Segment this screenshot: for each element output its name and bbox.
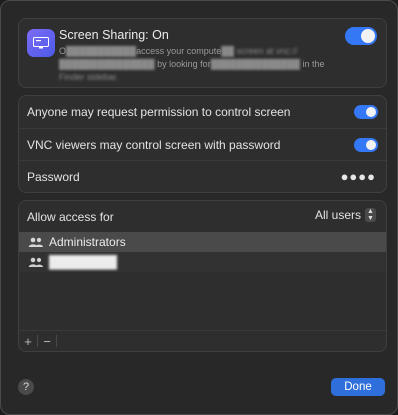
desc-line2-redacted2: ██████████████ (210, 59, 300, 69)
list-footer: + − (19, 330, 386, 351)
toggle-knob (366, 107, 376, 117)
allow-access-label: Allow access for (27, 210, 114, 224)
password-field[interactable]: ●●●● (341, 169, 376, 184)
desc-line2-redacted: ███████████████ (59, 59, 155, 69)
remove-user-button[interactable]: − (38, 334, 56, 349)
display-icon (33, 37, 49, 49)
password-label: Password (27, 170, 80, 184)
group-icon (28, 237, 43, 247)
allow-access-selected-value: All users (314, 208, 361, 222)
screen-sharing-sheet: Screen Sharing: On O███████████access yo… (0, 0, 398, 415)
user-list-item[interactable]: Administrators (19, 232, 386, 252)
allow-access-select[interactable]: All users ▲ ▼ (315, 208, 376, 222)
user-list-item[interactable]: ████████ (19, 252, 386, 272)
toggle-knob (366, 140, 376, 150)
user-list: Administrators ████████ (19, 232, 386, 272)
select-stepper-icon: ▲ ▼ (365, 208, 376, 222)
desc-line1-redacted: ███████████ (66, 46, 137, 56)
password-row: Password ●●●● (19, 160, 386, 193)
request-permission-toggle[interactable] (354, 105, 378, 119)
request-permission-row: Anyone may request permission to control… (19, 96, 386, 128)
user-name: Administrators (49, 235, 126, 249)
desc-line2-mid: by looking for (154, 59, 211, 69)
user-name: ████████ (49, 255, 118, 269)
screen-sharing-title: Screen Sharing: On (59, 28, 169, 42)
screen-sharing-app-icon (27, 29, 55, 57)
done-button[interactable]: Done (331, 378, 385, 396)
vnc-password-row: VNC viewers may control screen with pass… (19, 128, 386, 161)
access-card: Allow access for All users ▲ ▼ Administra… (18, 200, 387, 352)
desc-line1-mid: access your compute (136, 46, 222, 56)
vnc-password-label: VNC viewers may control screen with pass… (27, 138, 281, 152)
desc-line2-post: in the (299, 59, 325, 69)
vnc-password-toggle[interactable] (354, 138, 378, 152)
screen-sharing-description: O███████████access your compute██ screen… (59, 45, 359, 84)
desc-line1-redacted2: ██ screen at vnc:// (221, 46, 298, 56)
screen-sharing-card: Screen Sharing: On O███████████access yo… (18, 18, 387, 88)
desc-line3: Finder sidebar. (59, 72, 119, 82)
desc-line1-pre: O (59, 46, 67, 56)
group-icon (28, 257, 43, 267)
screen-sharing-toggle[interactable] (345, 27, 377, 45)
add-user-button[interactable]: + (19, 334, 37, 349)
request-permission-label: Anyone may request permission to control… (27, 105, 291, 119)
toggle-knob (361, 29, 375, 43)
divider (56, 335, 57, 347)
settings-card: Anyone may request permission to control… (18, 95, 387, 193)
help-button[interactable]: ? (18, 379, 34, 395)
